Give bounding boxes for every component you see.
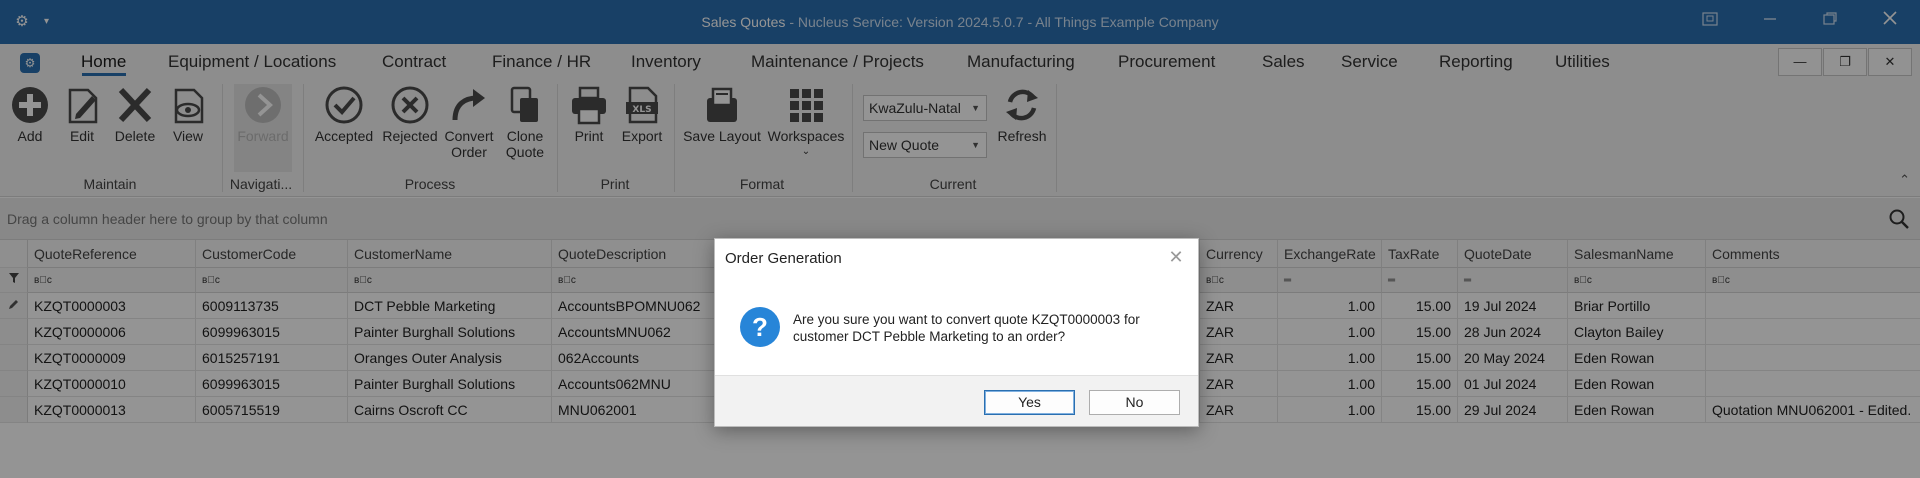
order-generation-dialog: Order Generation ✕ ? Are you sure you wa… (714, 238, 1199, 427)
dialog-footer: Yes No (715, 375, 1198, 426)
dialog-message: Are you sure you want to convert quote K… (793, 311, 1183, 345)
close-icon[interactable]: ✕ (1166, 247, 1186, 267)
yes-button[interactable]: Yes (984, 390, 1075, 415)
no-button[interactable]: No (1089, 390, 1180, 415)
dialog-message-line-2: customer DCT Pebble Marketing to an orde… (793, 329, 1066, 344)
dialog-title: Order Generation (725, 250, 842, 267)
dialog-message-line-1: Are you sure you want to convert quote K… (793, 312, 1140, 327)
question-icon: ? (740, 307, 780, 347)
